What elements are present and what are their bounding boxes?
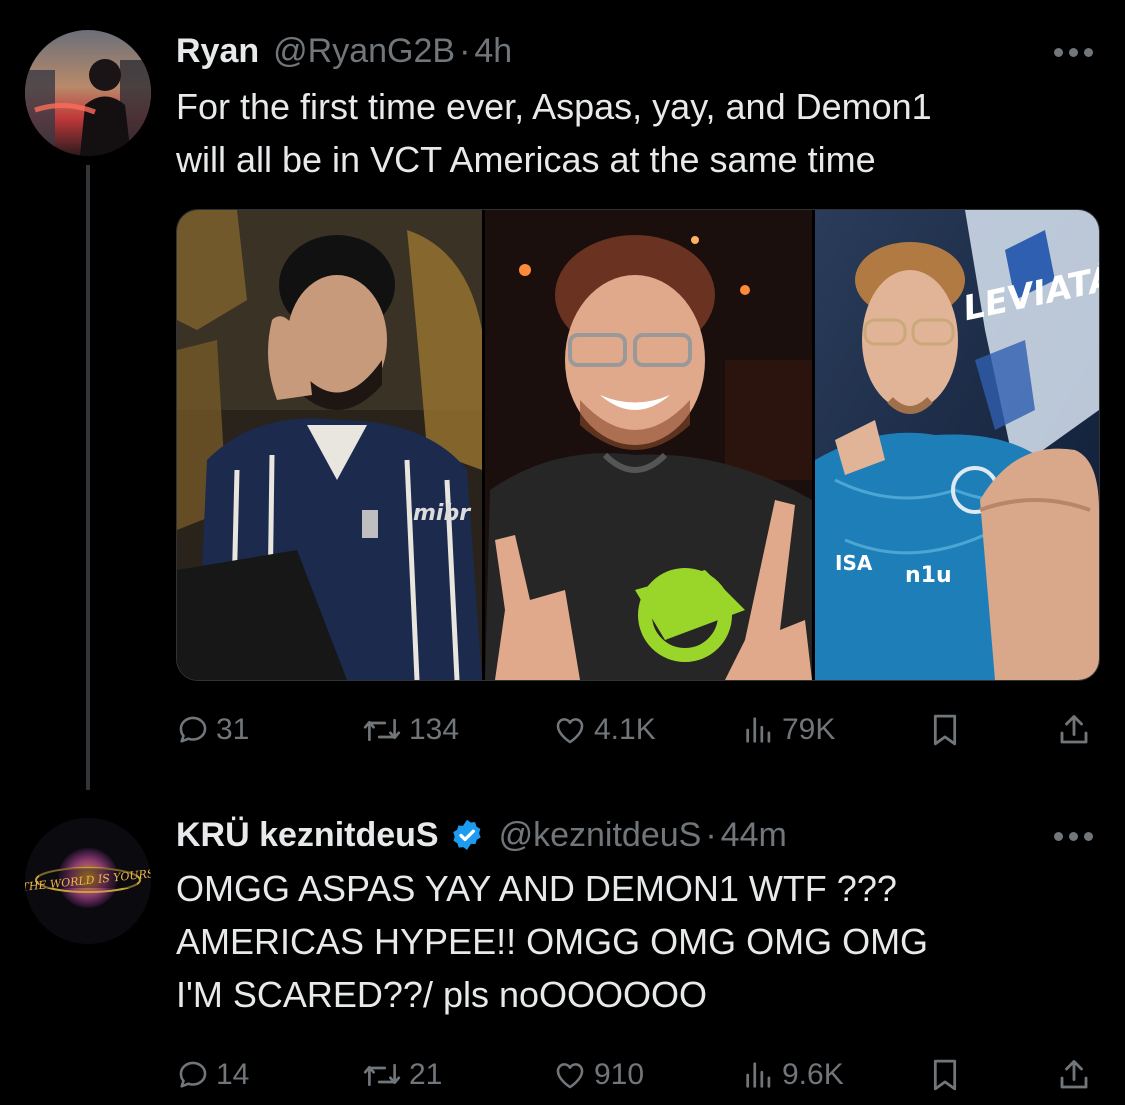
tweet-text: OMGG ASPAS YAY AND DEMON1 WTF ??? AMERIC… — [176, 862, 1096, 1021]
repost-button[interactable]: 134 — [361, 708, 459, 752]
svg-text:n1u: n1u — [905, 563, 952, 588]
separator-dot: · — [705, 815, 717, 854]
tweet-text-line: I'M SCARED??/ pls noOOOOOO — [176, 974, 708, 1015]
reply-icon — [176, 1058, 210, 1092]
repost-count: 21 — [409, 1058, 443, 1091]
display-name[interactable]: KRÜ keznitdeuS — [176, 816, 439, 855]
display-name[interactable]: Ryan — [176, 32, 259, 71]
verified-badge-icon — [449, 817, 485, 853]
tweet-text-line: OMGG ASPAS YAY AND DEMON1 WTF ??? — [176, 868, 897, 909]
bookmark-icon — [928, 712, 962, 748]
the-world-is-yours-avatar[interactable]: THE WORLD IS YOURS — [25, 818, 151, 944]
views-count: 79K — [782, 713, 836, 746]
views-button[interactable]: 9.6K — [742, 1053, 844, 1097]
timestamp[interactable]: 44m — [721, 816, 787, 855]
svg-text:ISA: ISA — [835, 551, 873, 575]
views-chart-icon — [742, 1058, 776, 1092]
tweet-action-bar: 14 21 910 9.6K — [176, 1053, 1096, 1097]
repost-button[interactable]: 21 — [361, 1053, 442, 1097]
tweet-media-grid: mibr LEVIATÁ ISA n1u — [176, 209, 1100, 681]
photo-player-optic[interactable] — [485, 210, 812, 680]
tweet-text-line: will all be in VCT Americas at the same … — [176, 139, 876, 180]
views-button[interactable]: 79K — [742, 708, 835, 752]
share-icon — [1056, 712, 1092, 748]
tweet-text: For the first time ever, Aspas, yay, and… — [176, 80, 1096, 186]
repost-count: 134 — [409, 713, 460, 746]
heart-icon — [552, 1058, 588, 1092]
tweet-text-line: AMERICAS HYPEE!! OMGG OMG OMG OMG — [176, 921, 929, 962]
views-chart-icon — [742, 713, 776, 747]
like-button[interactable]: 910 — [552, 1053, 644, 1097]
more-options-icon[interactable] — [1054, 832, 1093, 841]
tweet-text-line: For the first time ever, Aspas, yay, and… — [176, 86, 932, 127]
timestamp[interactable]: 4h — [474, 32, 512, 71]
reply-icon — [176, 713, 210, 747]
repost-icon — [361, 713, 403, 747]
share-button[interactable] — [1056, 1053, 1092, 1097]
share-button[interactable] — [1056, 708, 1092, 752]
bookmark-button[interactable] — [928, 708, 962, 752]
bookmark-button[interactable] — [928, 1053, 962, 1097]
like-button[interactable]: 4.1K — [552, 708, 656, 752]
reply-button[interactable]: 31 — [176, 708, 249, 752]
repost-icon — [361, 1058, 403, 1092]
photo-player-leviatan[interactable]: LEVIATÁ ISA n1u — [815, 210, 1099, 680]
separator-dot: · — [459, 31, 471, 70]
user-handle[interactable]: @keznitdeuS — [499, 816, 702, 855]
bookmark-icon — [928, 1057, 962, 1093]
like-count: 4.1K — [594, 713, 656, 746]
user-handle[interactable]: @RyanG2B — [273, 32, 455, 71]
tweet-header: Ryan @RyanG2B · 4h — [176, 28, 512, 74]
heart-icon — [552, 713, 588, 747]
views-count: 9.6K — [782, 1058, 844, 1091]
more-options-icon[interactable] — [1054, 48, 1093, 57]
reply-count: 31 — [216, 713, 250, 746]
photo-player-mibr[interactable]: mibr — [177, 210, 482, 680]
reply-count: 14 — [216, 1058, 250, 1091]
svg-text:mibr: mibr — [413, 501, 471, 526]
tweet-action-bar: 31 134 4.1K 79K — [176, 708, 1096, 752]
thread-connector-line — [86, 165, 90, 790]
reply-button[interactable]: 14 — [176, 1053, 249, 1097]
like-count: 910 — [594, 1058, 645, 1091]
tweet-header: KRÜ keznitdeuS @keznitdeuS · 44m — [176, 812, 787, 858]
user-avatar-ryan[interactable] — [25, 30, 151, 156]
share-icon — [1056, 1057, 1092, 1093]
